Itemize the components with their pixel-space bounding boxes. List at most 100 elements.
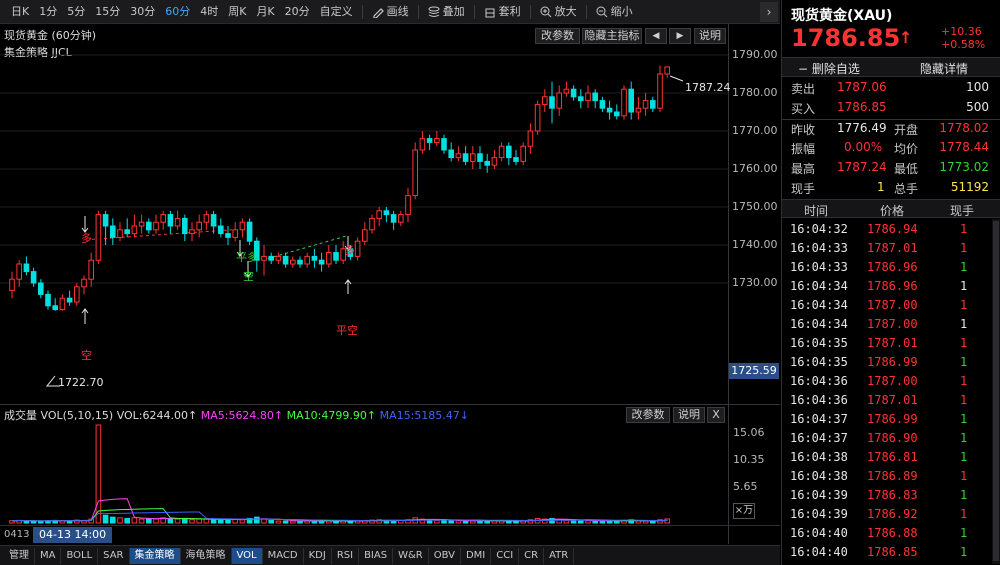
volume-bar — [599, 520, 606, 524]
price-axis-tick: 1760.00 — [732, 162, 778, 175]
period-tab-2[interactable]: 5分 — [62, 0, 90, 24]
indicator-tab-6[interactable]: VOL — [231, 547, 263, 564]
period-tab-3[interactable]: 15分 — [90, 0, 125, 24]
indicator-tab-9[interactable]: RSI — [332, 547, 360, 564]
candle-body — [642, 100, 649, 109]
candle-body — [282, 255, 289, 265]
tool-button-3[interactable]: 放大 — [535, 0, 582, 24]
indicator-tab-14[interactable]: CCI — [491, 547, 520, 564]
volume-close-button[interactable]: X — [707, 407, 725, 423]
indicator-tab-11[interactable]: W&R — [393, 547, 429, 564]
time-cursor-tag: 04-13 14:00 — [33, 527, 113, 543]
collapse-panel-button[interactable]: › — [760, 2, 778, 22]
high-label: 最高 — [791, 162, 816, 176]
candlestick-chart[interactable] — [0, 24, 728, 404]
tick-volume: 1 — [960, 431, 968, 445]
indicator-tab-15[interactable]: CR — [519, 547, 545, 564]
tick-price: 1787.00 — [867, 298, 918, 312]
indicator-tab-7[interactable]: MACD — [263, 547, 304, 564]
indicator-tab-3[interactable]: SAR — [98, 547, 130, 564]
low-value: 1773.02 — [939, 160, 989, 174]
volume-bar — [138, 518, 145, 524]
candle-body — [326, 252, 332, 265]
volume-help-button[interactable]: 说明 — [673, 407, 705, 423]
hide-details-button[interactable]: 隐藏详情 — [920, 60, 968, 77]
volume-bar — [282, 520, 289, 524]
ticks-scrollbar-thumb[interactable] — [993, 221, 999, 561]
price-block: 1786.85 ↑ +10.36 +0.58% — [791, 24, 1000, 54]
tool-button-1[interactable]: 叠加 — [423, 0, 470, 24]
period-tab-0[interactable]: 日K — [6, 0, 34, 24]
volume-edit-params-button[interactable]: 改参数 — [626, 407, 670, 423]
price-change-pct: +0.58% — [941, 38, 986, 51]
period-tab-5[interactable]: 60分 — [160, 0, 195, 24]
tick-row: 16:04:39 1786.92 1 — [782, 505, 992, 524]
indicator-tab-13[interactable]: DMI — [461, 547, 492, 564]
period-tab-1[interactable]: 1分 — [34, 0, 62, 24]
tick-price: 1786.88 — [867, 526, 918, 540]
tool-button-4[interactable]: 缩小 — [591, 0, 638, 24]
toolbar-separator — [585, 4, 587, 19]
candle-body — [333, 252, 339, 261]
period-tab-8[interactable]: 月K — [251, 0, 279, 24]
tick-volume: 1 — [960, 507, 968, 521]
total-volume-value: 51192 — [950, 180, 989, 194]
period-tab-9[interactable]: 20分 — [280, 0, 315, 24]
candle-body — [88, 259, 95, 280]
toolbar-separator — [529, 4, 531, 19]
candle-body — [59, 297, 66, 311]
stats-row-3: 最高 1787.24 最低 1773.02 — [782, 160, 1000, 178]
tool-button-2[interactable]: 套利 — [479, 0, 526, 24]
ask-label: 卖出 — [791, 82, 816, 96]
candle-body — [527, 130, 534, 147]
tick-price: 1786.96 — [867, 279, 918, 293]
indicator-tab-10[interactable]: BIAS — [359, 547, 394, 564]
period-toolbar: 日K 1分 5分 15分 30分 60分 4时 周K 月K 20分 自定义 画线 叠加 套利 放大 缩小 — [0, 0, 780, 24]
indicator-tab-8[interactable]: KDJ — [304, 547, 332, 564]
candle-body — [23, 263, 30, 273]
volume-bar — [210, 519, 217, 524]
period-tab-4[interactable]: 30分 — [125, 0, 160, 24]
tick-volume: 1 — [960, 393, 968, 407]
candle-body — [484, 160, 490, 166]
period-tab-10[interactable]: 自定义 — [315, 0, 358, 24]
indicator-tab-2[interactable]: BOLL — [61, 547, 99, 564]
indicator-tab-0[interactable]: 管理 — [4, 547, 35, 564]
tick-row: 16:04:35 1786.99 1 — [782, 353, 992, 372]
period-tab-6[interactable]: 4时 — [195, 0, 223, 24]
indicator-tab-5[interactable]: 海龟策略 — [181, 547, 232, 564]
indicator-tab-16[interactable]: ATR — [544, 547, 575, 564]
remove-watchlist-button[interactable]: − 删除自选 — [798, 60, 860, 77]
candle-body — [153, 221, 159, 231]
pen-icon — [373, 7, 384, 18]
candle-body — [110, 225, 116, 238]
tick-volume: 1 — [960, 317, 968, 331]
period-tab-7[interactable]: 周K — [223, 0, 251, 24]
ask-price: 1787.06 — [837, 80, 887, 94]
candle-body — [117, 229, 123, 238]
tool-label: 套利 — [498, 4, 521, 18]
volume-bar — [448, 519, 454, 524]
price-axis-tick: 1770.00 — [732, 124, 778, 137]
candle-body — [592, 92, 599, 102]
candle-body — [650, 100, 656, 109]
tick-row: 16:04:34 1786.96 1 — [782, 277, 992, 296]
volume-chart[interactable] — [0, 423, 728, 525]
indicator-tab-12[interactable]: OBV — [429, 547, 461, 564]
indicator-tab-1[interactable]: MA — [35, 547, 62, 564]
tick-price: 1786.81 — [867, 450, 918, 464]
last-price-tag: 1725.59 — [729, 363, 779, 379]
candle-body — [513, 157, 519, 162]
tick-row: 16:04:32 1786.94 1 — [782, 220, 992, 239]
tool-button-0[interactable]: 画线 — [367, 0, 414, 24]
volume-bar — [117, 517, 123, 524]
ticks-scrollbar[interactable] — [992, 219, 1000, 564]
candle-body — [225, 233, 231, 238]
tool-label: 叠加 — [442, 4, 465, 18]
indicator-tab-4[interactable]: 集金策略 — [129, 547, 181, 564]
volume-bar — [578, 520, 584, 524]
candle-body — [210, 214, 217, 227]
volume-bar — [261, 518, 267, 524]
candle-body — [585, 92, 591, 102]
volume-bar — [124, 517, 131, 524]
